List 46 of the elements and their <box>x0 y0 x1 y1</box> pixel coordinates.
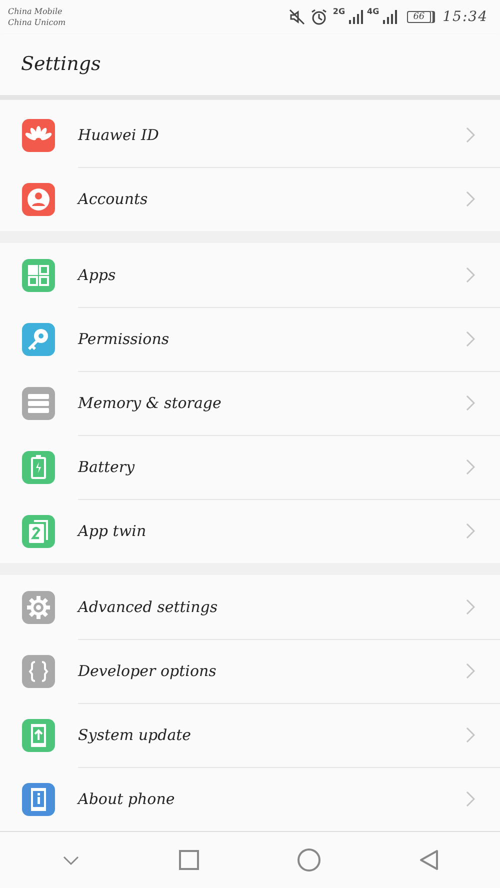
settings-item[interactable]: Apps <box>0 243 500 308</box>
back-icon[interactable] <box>418 849 440 872</box>
network-type: 2G <box>332 7 346 16</box>
clock: 15:34 <box>442 9 488 26</box>
item-label: Advanced settings <box>78 598 218 616</box>
recents-icon[interactable] <box>178 849 200 872</box>
item-label: App twin <box>78 522 146 540</box>
item-label: About phone <box>78 790 175 808</box>
item-label: Permissions <box>78 330 170 348</box>
settings-item[interactable]: Developer options <box>0 639 500 704</box>
chevron-right-icon <box>465 191 475 208</box>
item-label: Apps <box>78 266 116 284</box>
chevron-right-icon <box>465 458 475 475</box>
signal-icon <box>383 10 398 24</box>
item-label: Huawei ID <box>78 126 159 144</box>
chevron-right-icon <box>465 598 475 615</box>
settings-item[interactable]: System update <box>0 703 500 768</box>
network-type: 4G <box>367 7 380 16</box>
settings-item[interactable]: Advanced settings <box>0 575 500 640</box>
chevron-right-icon <box>465 394 475 411</box>
home-icon[interactable] <box>296 848 320 872</box>
settings-item[interactable]: Permissions <box>0 307 500 372</box>
page-title: Settings <box>21 53 101 76</box>
item-label: Accounts <box>78 190 148 208</box>
chevron-right-icon <box>465 266 475 283</box>
alarm-icon <box>310 9 327 26</box>
mute-icon <box>288 9 305 26</box>
item-label: Battery <box>78 458 135 476</box>
carrier-name: China Unicom <box>8 18 66 28</box>
signal-icon <box>349 10 364 24</box>
settings-item[interactable]: Battery <box>0 435 500 500</box>
settings-item[interactable]: App twin <box>0 499 500 564</box>
chevron-right-icon <box>465 662 475 679</box>
carrier-name: China Mobile <box>8 7 64 16</box>
settings-item[interactable]: Accounts <box>0 167 500 232</box>
item-label: System update <box>78 726 192 744</box>
settings-item[interactable]: Memory & storage <box>0 371 500 436</box>
settings-item[interactable]: Huawei ID <box>0 103 500 168</box>
chevron-right-icon <box>465 330 475 347</box>
chevron-right-icon <box>465 726 475 743</box>
item-label: Developer options <box>78 662 216 680</box>
chevron-right-icon <box>465 523 475 540</box>
chevron-right-icon <box>465 126 475 143</box>
item-label: Memory & storage <box>78 394 222 412</box>
settings-item[interactable]: About phone <box>0 767 500 832</box>
chevron-right-icon <box>465 791 475 808</box>
